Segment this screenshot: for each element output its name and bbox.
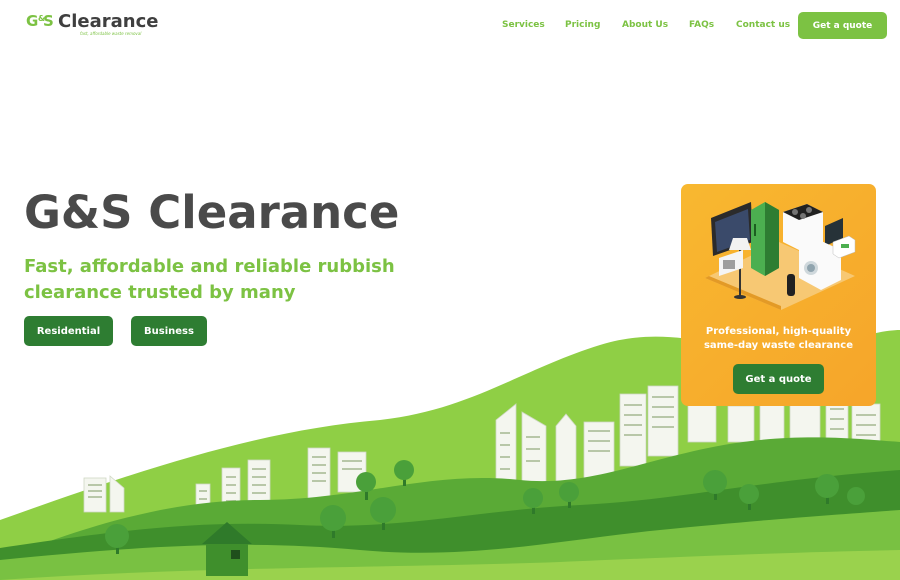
business-button[interactable]: Business	[131, 316, 207, 346]
speaker-icon	[787, 274, 795, 296]
header-get-quote-button[interactable]: Get a quote	[798, 12, 887, 39]
nav-link-about-us[interactable]: About Us	[622, 20, 668, 30]
appliances-illustration	[705, 202, 856, 310]
residential-button[interactable]: Residential	[24, 316, 113, 346]
nav-link-contact-us[interactable]: Contact us	[736, 20, 790, 30]
nav-link-faqs[interactable]: FAQs	[689, 20, 714, 30]
promo-card: Professional, high-quality same-day wast…	[681, 184, 876, 406]
nav-link-pricing[interactable]: Pricing	[565, 20, 600, 30]
hero-subtitle: Fast, affordable and reliable rubbish cl…	[24, 256, 395, 303]
logo-mark: G & S	[26, 12, 54, 30]
hero-title: G&S Clearance	[24, 186, 400, 239]
logo-tagline: fast, affordable waste removal	[80, 31, 142, 36]
promo-get-quote-button[interactable]: Get a quote	[733, 364, 824, 394]
nav-link-services[interactable]: Services	[502, 20, 545, 30]
promo-text: Professional, high-quality same-day wast…	[703, 326, 854, 351]
site-header: G & S Clearance fast, affordable waste r…	[0, 0, 900, 56]
logo-wordmark: Clearance	[58, 11, 159, 32]
